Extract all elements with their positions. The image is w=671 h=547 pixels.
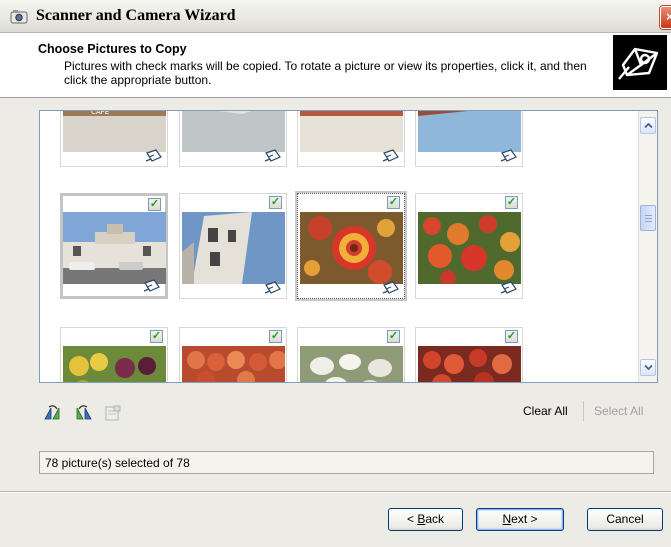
wizard-camera-logo-icon [613, 35, 667, 90]
toolbar-divider [583, 401, 584, 421]
thumbnail-item[interactable]: ✓ [297, 327, 405, 382]
thumbnail-image [418, 346, 521, 382]
clear-all-button[interactable]: Clear All [523, 404, 568, 418]
selection-status: 78 picture(s) selected of 78 [39, 451, 654, 474]
next-button[interactable]: Next > [476, 508, 564, 531]
thumbnail-image: CAFE [63, 110, 166, 152]
thumbnail-item[interactable]: ✓ [415, 193, 523, 299]
thumbnail-image [300, 212, 403, 284]
camera-item-icon [264, 281, 281, 294]
camera-item-icon [143, 279, 160, 292]
thumbnail-checkbox[interactable]: ✓ [148, 198, 161, 211]
thumbnail-checkbox[interactable]: ✓ [387, 196, 400, 209]
scroll-down-button[interactable] [640, 359, 656, 376]
thumbnail-image [182, 212, 285, 284]
window-title: Scanner and Camera Wizard [36, 7, 236, 24]
thumbnail-item[interactable]: ✓ [60, 193, 168, 299]
thumbnail-image [182, 111, 285, 152]
thumbnail-item[interactable]: ✓ [179, 327, 287, 382]
title-bar[interactable]: Scanner and Camera Wizard × [0, 0, 671, 33]
select-all-button[interactable]: Select All [594, 404, 643, 418]
camera-item-icon [382, 149, 399, 162]
rotate-right-icon[interactable] [73, 405, 93, 421]
camera-item-icon [264, 149, 281, 162]
thumbnail-image [182, 346, 285, 382]
cancel-button[interactable]: Cancel [587, 508, 663, 531]
page-title: Choose Pictures to Copy [38, 42, 187, 56]
scroll-thumb[interactable] [640, 205, 656, 231]
thumbnail-checkbox[interactable]: ✓ [150, 330, 163, 343]
camera-item-icon [500, 281, 517, 294]
close-button[interactable]: × [660, 6, 671, 29]
scroll-up-button[interactable] [640, 117, 656, 134]
thumbnail-checkbox[interactable]: ✓ [505, 196, 518, 209]
thumbnail-item[interactable]: ✓ [60, 327, 168, 382]
thumbnail-image [418, 111, 521, 152]
camera-item-icon [145, 149, 162, 162]
thumbnail-image [300, 111, 403, 152]
chevron-up-icon [644, 122, 653, 129]
camera-item-icon [500, 149, 517, 162]
thumbnail-item[interactable]: ✓ [415, 327, 523, 382]
properties-icon[interactable] [103, 405, 123, 421]
wizard-header: Choose Pictures to Copy Pictures with ch… [0, 33, 671, 98]
thumbnail-image [63, 212, 166, 284]
thumbnail-image [418, 212, 521, 284]
close-icon: × [666, 9, 671, 24]
thumbnail-image [300, 346, 403, 382]
back-button[interactable]: < Back [388, 508, 463, 531]
thumbnail-checkbox[interactable]: ✓ [269, 196, 282, 209]
chevron-down-icon [644, 364, 653, 371]
thumbnail-item[interactable] [179, 111, 287, 167]
thumbnail-checkbox[interactable]: ✓ [387, 330, 400, 343]
thumbnail-list[interactable]: CAFE ✓ ✓ ✓ ✓ ✓ ✓ ✓ ✓ [39, 110, 658, 383]
thumbnail-item[interactable] [415, 111, 523, 167]
thumbnail-checkbox[interactable]: ✓ [269, 330, 282, 343]
thumbnail-item[interactable] [297, 111, 405, 167]
thumbnail-item[interactable]: CAFE [60, 110, 168, 167]
camera-item-icon [382, 281, 399, 294]
rotate-left-icon[interactable] [43, 405, 63, 421]
thumbnail-item[interactable]: ✓ [179, 193, 287, 299]
footer-divider [0, 491, 671, 493]
thumbnail-item[interactable]: ✓ [295, 191, 407, 301]
svg-text:CAFE: CAFE [91, 110, 109, 116]
thumbnail-image [63, 346, 166, 382]
vertical-scrollbar[interactable] [638, 111, 657, 382]
thumbnail-checkbox[interactable]: ✓ [505, 330, 518, 343]
scanner-app-icon [10, 10, 28, 24]
page-description: Pictures with check marks will be copied… [64, 59, 587, 87]
dialog-body: CAFE ✓ ✓ ✓ ✓ ✓ ✓ ✓ ✓ Clear All Select All [0, 98, 671, 547]
